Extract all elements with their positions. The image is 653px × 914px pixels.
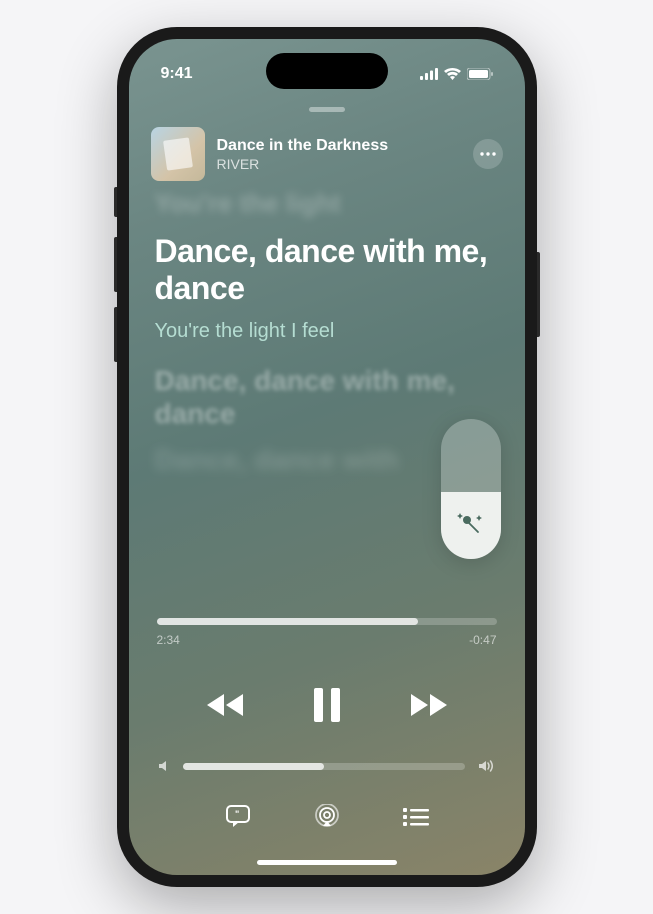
- pause-icon: [312, 688, 342, 722]
- wifi-icon: [444, 68, 461, 80]
- queue-button[interactable]: [396, 799, 436, 833]
- screen: 9:41 Dance in the Darkness RIVER You're …: [129, 39, 525, 875]
- now-playing-header: Dance in the Darkness RIVER: [151, 127, 503, 181]
- volume-section: [157, 759, 497, 773]
- rewind-icon: [204, 692, 246, 718]
- vocal-level-slider[interactable]: [441, 419, 501, 559]
- queue-icon: [403, 806, 429, 826]
- pause-button[interactable]: [305, 683, 349, 727]
- transport-controls: [129, 683, 525, 727]
- dynamic-island: [266, 53, 388, 89]
- volume-low-icon: [157, 759, 171, 773]
- volume-down-button: [114, 307, 117, 362]
- volume-up-button: [114, 237, 117, 292]
- lyric-previous: You're the light: [155, 189, 499, 219]
- status-indicators: [420, 68, 493, 80]
- mute-switch: [114, 187, 117, 217]
- mic-sparkle-icon: [456, 510, 486, 540]
- phone-frame: 9:41 Dance in the Darkness RIVER You're …: [117, 27, 537, 887]
- battery-icon: [467, 68, 493, 80]
- lyrics-button[interactable]: ": [218, 799, 258, 833]
- more-button[interactable]: [473, 139, 503, 169]
- status-time: 9:41: [161, 65, 193, 83]
- home-indicator[interactable]: [257, 860, 397, 865]
- airplay-button[interactable]: [307, 799, 347, 833]
- next-button[interactable]: [407, 683, 451, 727]
- time-elapsed: 2:34: [157, 633, 180, 647]
- track-artist: RIVER: [217, 156, 461, 172]
- volume-fill: [183, 763, 324, 770]
- airplay-icon: [314, 804, 340, 828]
- sheet-grabber[interactable]: [309, 107, 345, 112]
- previous-button[interactable]: [203, 683, 247, 727]
- volume-high-icon: [477, 759, 497, 773]
- lyric-current: Dance, dance with me, dance: [155, 233, 499, 307]
- forward-icon: [408, 692, 450, 718]
- lyric-next: You're the light I feel: [155, 320, 499, 343]
- cellular-icon: [420, 68, 438, 80]
- progress-fill: [157, 618, 419, 625]
- bottom-action-bar: ": [129, 799, 525, 833]
- track-title: Dance in the Darkness: [217, 136, 461, 155]
- time-remaining: -0:47: [469, 633, 496, 647]
- lyric-upcoming-1: Dance, dance with me, dance: [155, 365, 499, 429]
- track-info[interactable]: Dance in the Darkness RIVER: [217, 136, 461, 172]
- volume-slider[interactable]: [183, 763, 465, 770]
- vocal-level-fill: [441, 492, 501, 559]
- progress-slider[interactable]: [157, 618, 497, 625]
- progress-section: 2:34 -0:47: [157, 618, 497, 647]
- more-icon: [480, 152, 496, 156]
- power-button: [537, 252, 540, 337]
- svg-text:": ": [235, 809, 239, 819]
- lyrics-icon: ": [225, 804, 251, 828]
- album-art[interactable]: [151, 127, 205, 181]
